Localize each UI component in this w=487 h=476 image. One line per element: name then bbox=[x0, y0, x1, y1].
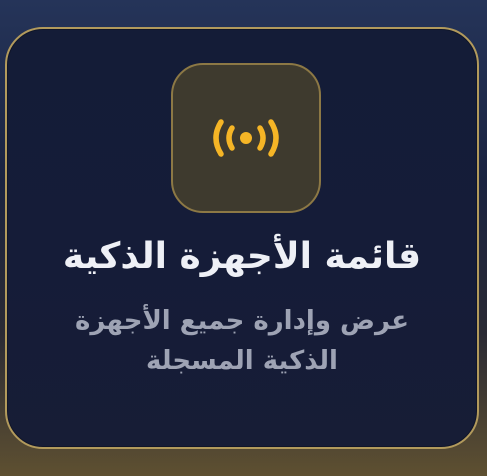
card-description: عرض وإدارة جميع الأجهزة الذكية المسجلة bbox=[75, 306, 409, 376]
broadcast-signal-icon bbox=[213, 119, 279, 157]
smart-devices-list-card[interactable]: قائمة الأجهزة الذكية عرض وإدارة جميع الأ… bbox=[5, 27, 479, 449]
card-title: قائمة الأجهزة الذكية bbox=[62, 236, 422, 277]
icon-tile bbox=[171, 63, 321, 213]
